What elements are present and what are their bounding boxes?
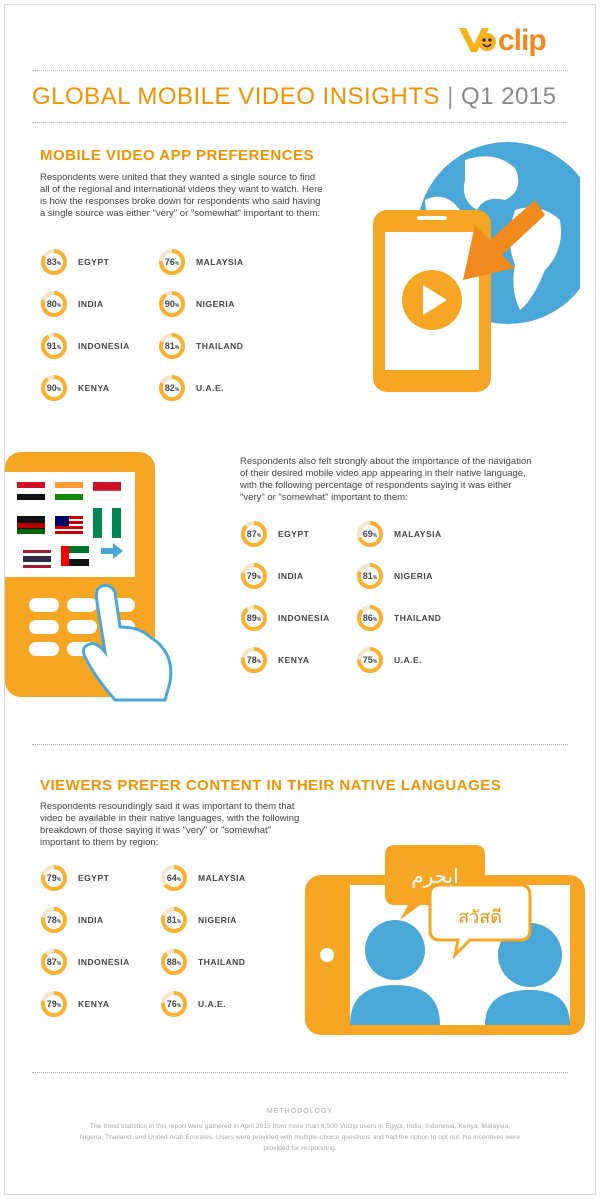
donut-country-label: INDIA: [78, 915, 104, 925]
section-intro-native-lang: Respondents resoundingly said it was imp…: [40, 801, 300, 848]
donut-value: 76%: [166, 999, 182, 1009]
methodology-title: METHODOLOGY: [266, 1108, 334, 1115]
donut-stat: 76% MALAYSIA: [158, 248, 288, 276]
viewers-phone-illustration: ابحرم สวัสดี: [305, 845, 585, 1035]
person-icon: [365, 920, 425, 980]
section-title-native-lang: VIEWERS PREFER CONTENT IN THEIR NATIVE L…: [40, 777, 502, 794]
donut-country-label: KENYA: [278, 655, 310, 665]
donut-stat: 87% EGYPT: [240, 520, 370, 548]
donut-stat: 89% INDONESIA: [240, 604, 370, 632]
donut-stat: 78% KENYA: [240, 646, 370, 674]
bubble-thai-text: สวัสดี: [458, 907, 502, 928]
donut-value: 83%: [46, 257, 62, 267]
section-intro-navigation: Respondents also felt strongly about the…: [240, 456, 532, 503]
donut-country-label: KENYA: [78, 999, 110, 1009]
donut-stat: 76% U.A.E.: [160, 990, 290, 1018]
donut-stat: 79% EGYPT: [40, 864, 170, 892]
donut-value: 90%: [164, 299, 180, 309]
page-title: GLOBAL MOBILE VIDEO INSIGHTS | Q1 2015: [32, 83, 557, 111]
donut-value: 81%: [164, 341, 180, 351]
donut-stat: 80% INDIA: [40, 290, 170, 318]
donut-country-label: U.A.E.: [394, 655, 423, 665]
donut-country-label: EGYPT: [78, 873, 110, 883]
donut-value: 91%: [46, 341, 62, 351]
section-title-app-prefs: MOBILE VIDEO APP PREFERENCES: [40, 147, 315, 164]
donut-country-label: NIGERIA: [196, 299, 235, 309]
title-separator: |: [447, 83, 454, 110]
donut-value: 86%: [362, 613, 378, 623]
donut-country-label: EGYPT: [78, 257, 110, 267]
donut-country-label: THAILAND: [394, 613, 442, 623]
donut-stat: 81% THAILAND: [158, 332, 288, 360]
donut-value: 81%: [362, 571, 378, 581]
donut-stat: 78% INDIA: [40, 906, 170, 934]
donut-value: 79%: [46, 873, 62, 883]
globe-phone-illustration: [373, 142, 580, 392]
divider: [32, 70, 568, 71]
donut-value: 79%: [246, 571, 262, 581]
section-intro-app-prefs: Respondents were united that they wanted…: [40, 172, 323, 219]
donut-value: 82%: [164, 383, 180, 393]
donut-stat: 86% THAILAND: [356, 604, 486, 632]
donut-value: 87%: [46, 957, 62, 967]
donut-value: 87%: [246, 529, 262, 539]
donut-country-label: INDIA: [78, 299, 104, 309]
divider: [32, 122, 568, 123]
donut-value: 90%: [46, 383, 62, 393]
donut-value: 79%: [46, 999, 62, 1009]
title-main: GLOBAL MOBILE VIDEO INSIGHTS: [32, 83, 440, 110]
donut-stat: 69% MALAYSIA: [356, 520, 486, 548]
donut-stat: 75% U.A.E.: [356, 646, 486, 674]
donut-stat: 91% INDONESIA: [40, 332, 170, 360]
logo-text: clip: [498, 24, 547, 57]
title-period: Q1 2015: [460, 83, 557, 110]
methodology-text: The trend statistics in this report were…: [79, 1123, 521, 1152]
donut-stat: 83% EGYPT: [40, 248, 170, 276]
donut-value: 78%: [246, 655, 262, 665]
donut-stat: 82% U.A.E.: [158, 374, 288, 402]
donut-stat: 79% INDIA: [240, 562, 370, 590]
divider: [32, 744, 568, 745]
donut-country-label: KENYA: [78, 383, 110, 393]
donut-value: 64%: [166, 873, 182, 883]
bubble-arabic-text: ابحرم: [411, 864, 458, 888]
donut-stat: 64% MALAYSIA: [160, 864, 290, 892]
donut-country-label: THAILAND: [198, 957, 246, 967]
donut-country-label: THAILAND: [196, 341, 244, 351]
donut-value: 76%: [164, 257, 180, 267]
donut-country-label: MALAYSIA: [196, 257, 244, 267]
donut-value: 78%: [46, 915, 62, 925]
donut-stat: 81% NIGERIA: [356, 562, 486, 590]
donut-stat: 90% NIGERIA: [158, 290, 288, 318]
donut-country-label: INDONESIA: [78, 957, 130, 967]
donut-stat: 81% NIGERIA: [160, 906, 290, 934]
donut-country-label: EGYPT: [278, 529, 310, 539]
donut-country-label: NIGERIA: [394, 571, 433, 581]
donut-country-label: U.A.E.: [196, 383, 225, 393]
donut-value: 80%: [46, 299, 62, 309]
flags-phone-illustration: [5, 452, 173, 702]
divider: [32, 1072, 568, 1073]
donut-value: 81%: [166, 915, 182, 925]
donut-stat: 90% KENYA: [40, 374, 170, 402]
donut-stat: 79% KENYA: [40, 990, 170, 1018]
donut-country-label: INDONESIA: [278, 613, 330, 623]
donut-country-label: NIGERIA: [198, 915, 237, 925]
donut-country-label: U.A.E.: [198, 999, 227, 1009]
donut-stat: 88% THAILAND: [160, 948, 290, 976]
donut-country-label: INDONESIA: [78, 341, 130, 351]
donut-country-label: INDIA: [278, 571, 304, 581]
donut-value: 88%: [166, 957, 182, 967]
donut-value: 75%: [362, 655, 378, 665]
donut-stat: 87% INDONESIA: [40, 948, 170, 976]
donut-value: 89%: [246, 613, 262, 623]
donut-country-label: MALAYSIA: [394, 529, 442, 539]
donut-country-label: MALAYSIA: [198, 873, 246, 883]
donut-value: 69%: [362, 529, 378, 539]
